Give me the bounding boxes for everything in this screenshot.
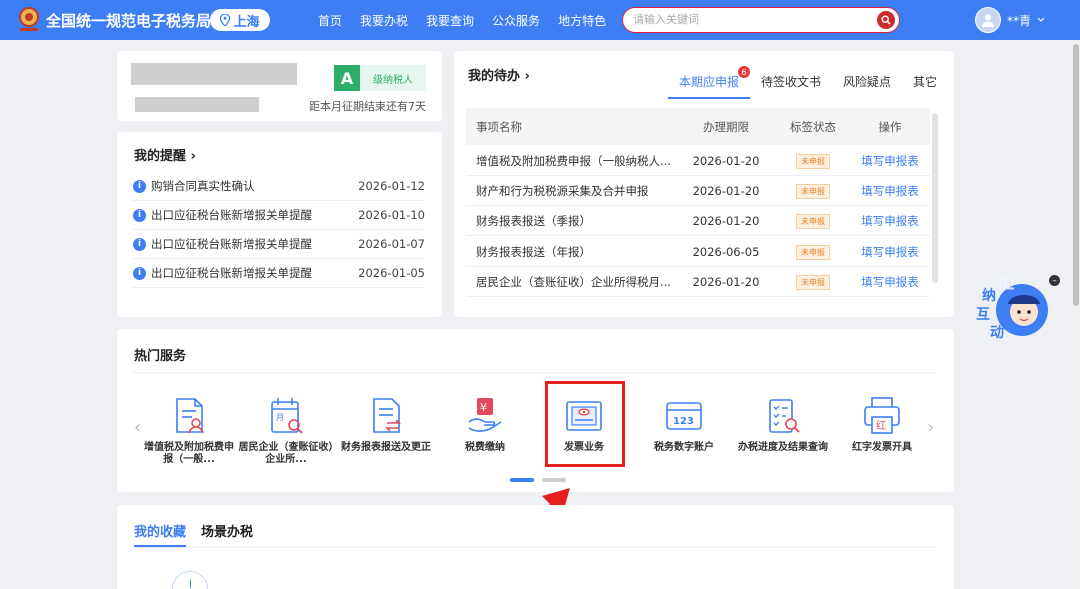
list-item[interactable]: i 购销合同真实性确认 2026-01-12 <box>133 172 425 201</box>
hot-services-title: 热门服务 <box>134 349 187 364</box>
status-badge: 未申报 <box>796 213 830 229</box>
fill-form-link[interactable]: 填写申报表 <box>850 213 930 229</box>
main-nav: 首页 我要办税 我要查询 公众服务 地方特色 <box>318 0 624 40</box>
info-icon: i <box>133 266 146 280</box>
nav-local-feature[interactable]: 地方特色 <box>558 12 606 29</box>
page-scrollbar-thumb[interactable] <box>1073 44 1079 306</box>
service-digital-account[interactable]: 123 税务数字账户 <box>636 395 732 454</box>
svg-text:月: 月 <box>276 413 284 422</box>
mascot-char: 征 <box>1000 276 1014 292</box>
tax-id-redacted <box>135 97 259 112</box>
info-icon: i <box>133 179 146 193</box>
close-icon[interactable]: – <box>1049 275 1060 286</box>
tab-others[interactable]: 其它 <box>902 65 948 99</box>
tax-declare-icon <box>176 398 204 434</box>
city-name: 上海 <box>233 14 260 30</box>
divider <box>133 372 937 373</box>
fill-form-link[interactable]: 填写申报表 <box>850 183 930 199</box>
tab-pending-docs[interactable]: 待签收文书 <box>750 65 832 99</box>
divider <box>133 547 937 548</box>
tab-current-declare[interactable]: 本期应申报 6 <box>668 65 751 99</box>
fill-form-link[interactable]: 填写申报表 <box>850 244 930 260</box>
search-button[interactable] <box>877 11 895 29</box>
reminders-card: 我的提醒 › i 购销合同真实性确认 2026-01-12 i 出口应征税台账新… <box>117 132 442 317</box>
reminders-title[interactable]: 我的提醒 › <box>134 145 196 164</box>
info-icon: i <box>133 237 146 251</box>
service-enterprise-income[interactable]: 月 居民企业（查账征收）企业所... <box>238 395 334 466</box>
company-name-redacted <box>131 63 297 85</box>
service-financial-report[interactable]: 财务报表报送及更正 <box>338 395 434 454</box>
nav-do-tax[interactable]: 我要办税 <box>360 12 408 29</box>
count-badge: 6 <box>738 66 751 78</box>
table-row: 财产和行为税税源采集及合并申报 2026-01-20 未申报 填写申报表 <box>466 176 930 206</box>
list-item[interactable]: i 出口应征税台账新增报关单提醒 2026-01-05 <box>133 259 425 288</box>
status-badge: 未申报 <box>796 183 830 199</box>
table-row: 增值税及附加税费申报（一般纳税人... 2026-01-20 未申报 填写申报表 <box>466 146 930 176</box>
todo-table-header: 事项名称 办理期限 标签状态 操作 <box>466 108 930 145</box>
deadline-text: 距本月征期结束还有7天 <box>309 100 426 113</box>
status-badge: 未申报 <box>796 244 830 260</box>
progress-query-icon <box>769 399 800 433</box>
digital-account-icon: 123 <box>666 402 702 430</box>
service-progress-query[interactable]: 办税进度及结果查询 <box>735 395 831 454</box>
info-icon: i <box>133 208 146 222</box>
svg-text:123: 123 <box>673 416 694 427</box>
grade-badge: A <box>334 65 360 91</box>
user-menu[interactable]: **青 <box>975 7 1045 33</box>
todo-card: 我的待办 › 本期应申报 6 待签收文书 风险疑点 其它 事项名称 办理期限 标… <box>454 51 954 317</box>
hot-services-card: 热门服务 ‹ › 增值税及附加税费申报（一般... 月 居民企业（查账征收）企业… <box>117 329 954 492</box>
highlight-box <box>545 381 625 467</box>
svg-text:红: 红 <box>876 419 886 432</box>
list-item[interactable]: i 出口应征税台账新增报关单提醒 2026-01-10 <box>133 201 425 230</box>
table-row: 居民企业（查账征收）企业所得税月... 2026-01-20 未申报 填写申报表 <box>466 267 930 297</box>
service-vat-declare[interactable]: 增值税及附加税费申报（一般... <box>141 395 237 466</box>
fill-form-link[interactable]: 填写申报表 <box>850 274 930 290</box>
taxpayer-card: A 级纳税人 距本月征期结束还有7天 <box>117 51 442 121</box>
status-badge: 未申报 <box>796 153 830 169</box>
tax-emblem-logo <box>19 7 39 31</box>
user-icon <box>982 14 994 27</box>
search-icon <box>881 15 891 25</box>
user-name: **青 <box>1007 13 1032 28</box>
tab-scenario-tax[interactable]: 场景办税 <box>201 521 253 540</box>
nav-public-service[interactable]: 公众服务 <box>492 12 540 29</box>
fill-form-link[interactable]: 填写申报表 <box>850 153 930 169</box>
calendar-search-icon: 月 <box>271 398 303 434</box>
search-box <box>622 7 900 33</box>
grade-label: 级纳税人 <box>360 65 426 91</box>
status-badge: 未申报 <box>796 274 830 290</box>
location-pin-icon <box>220 14 231 26</box>
todo-tabs: 本期应申报 6 待签收文书 风险疑点 其它 <box>668 65 948 99</box>
mascot-char: 动 <box>990 325 1004 341</box>
todo-title[interactable]: 我的待办 › <box>468 65 530 84</box>
svg-text:¥: ¥ <box>480 401 487 414</box>
tab-risk-points[interactable]: 风险疑点 <box>832 65 902 99</box>
city-selector[interactable]: 上海 <box>210 9 270 31</box>
favorites-card: 我的收藏 场景办税 <box>117 505 954 589</box>
mascot-widget[interactable]: 征 纳 互 动 <box>970 270 1060 342</box>
table-row: 财务报表报送（季报） 2026-01-20 未申报 填写申报表 <box>466 206 930 236</box>
nav-home[interactable]: 首页 <box>318 12 342 29</box>
table-row: 财务报表报送（年报） 2026-06-05 未申报 填写申报表 <box>466 237 930 267</box>
nav-query[interactable]: 我要查询 <box>426 12 474 29</box>
tab-my-favorites[interactable]: 我的收藏 <box>134 521 187 547</box>
list-item[interactable]: i 出口应征税台账新增报关单提醒 2026-01-07 <box>133 230 425 259</box>
mascot-char: 互 <box>976 307 990 323</box>
service-tax-payment[interactable]: ¥ 税费缴纳 <box>437 395 533 454</box>
search-input[interactable] <box>633 12 873 28</box>
chevron-down-icon <box>1037 17 1045 22</box>
todo-scrollbar[interactable] <box>932 113 938 283</box>
add-favorite-icon[interactable] <box>172 571 208 589</box>
top-header: 全国统一规范电子税务局 上海 首页 我要办税 我要查询 公众服务 地方特色 **… <box>0 0 1080 40</box>
site-title[interactable]: 全国统一规范电子税务局 <box>46 10 211 31</box>
mascot-char: 纳 <box>982 288 996 304</box>
payment-hand-icon: ¥ <box>468 398 502 432</box>
red-invoice-printer-icon: 红 <box>864 397 900 434</box>
report-exchange-icon <box>373 398 401 433</box>
avatar <box>975 7 1001 33</box>
service-red-invoice[interactable]: 红 红字发票开具 <box>834 395 930 454</box>
